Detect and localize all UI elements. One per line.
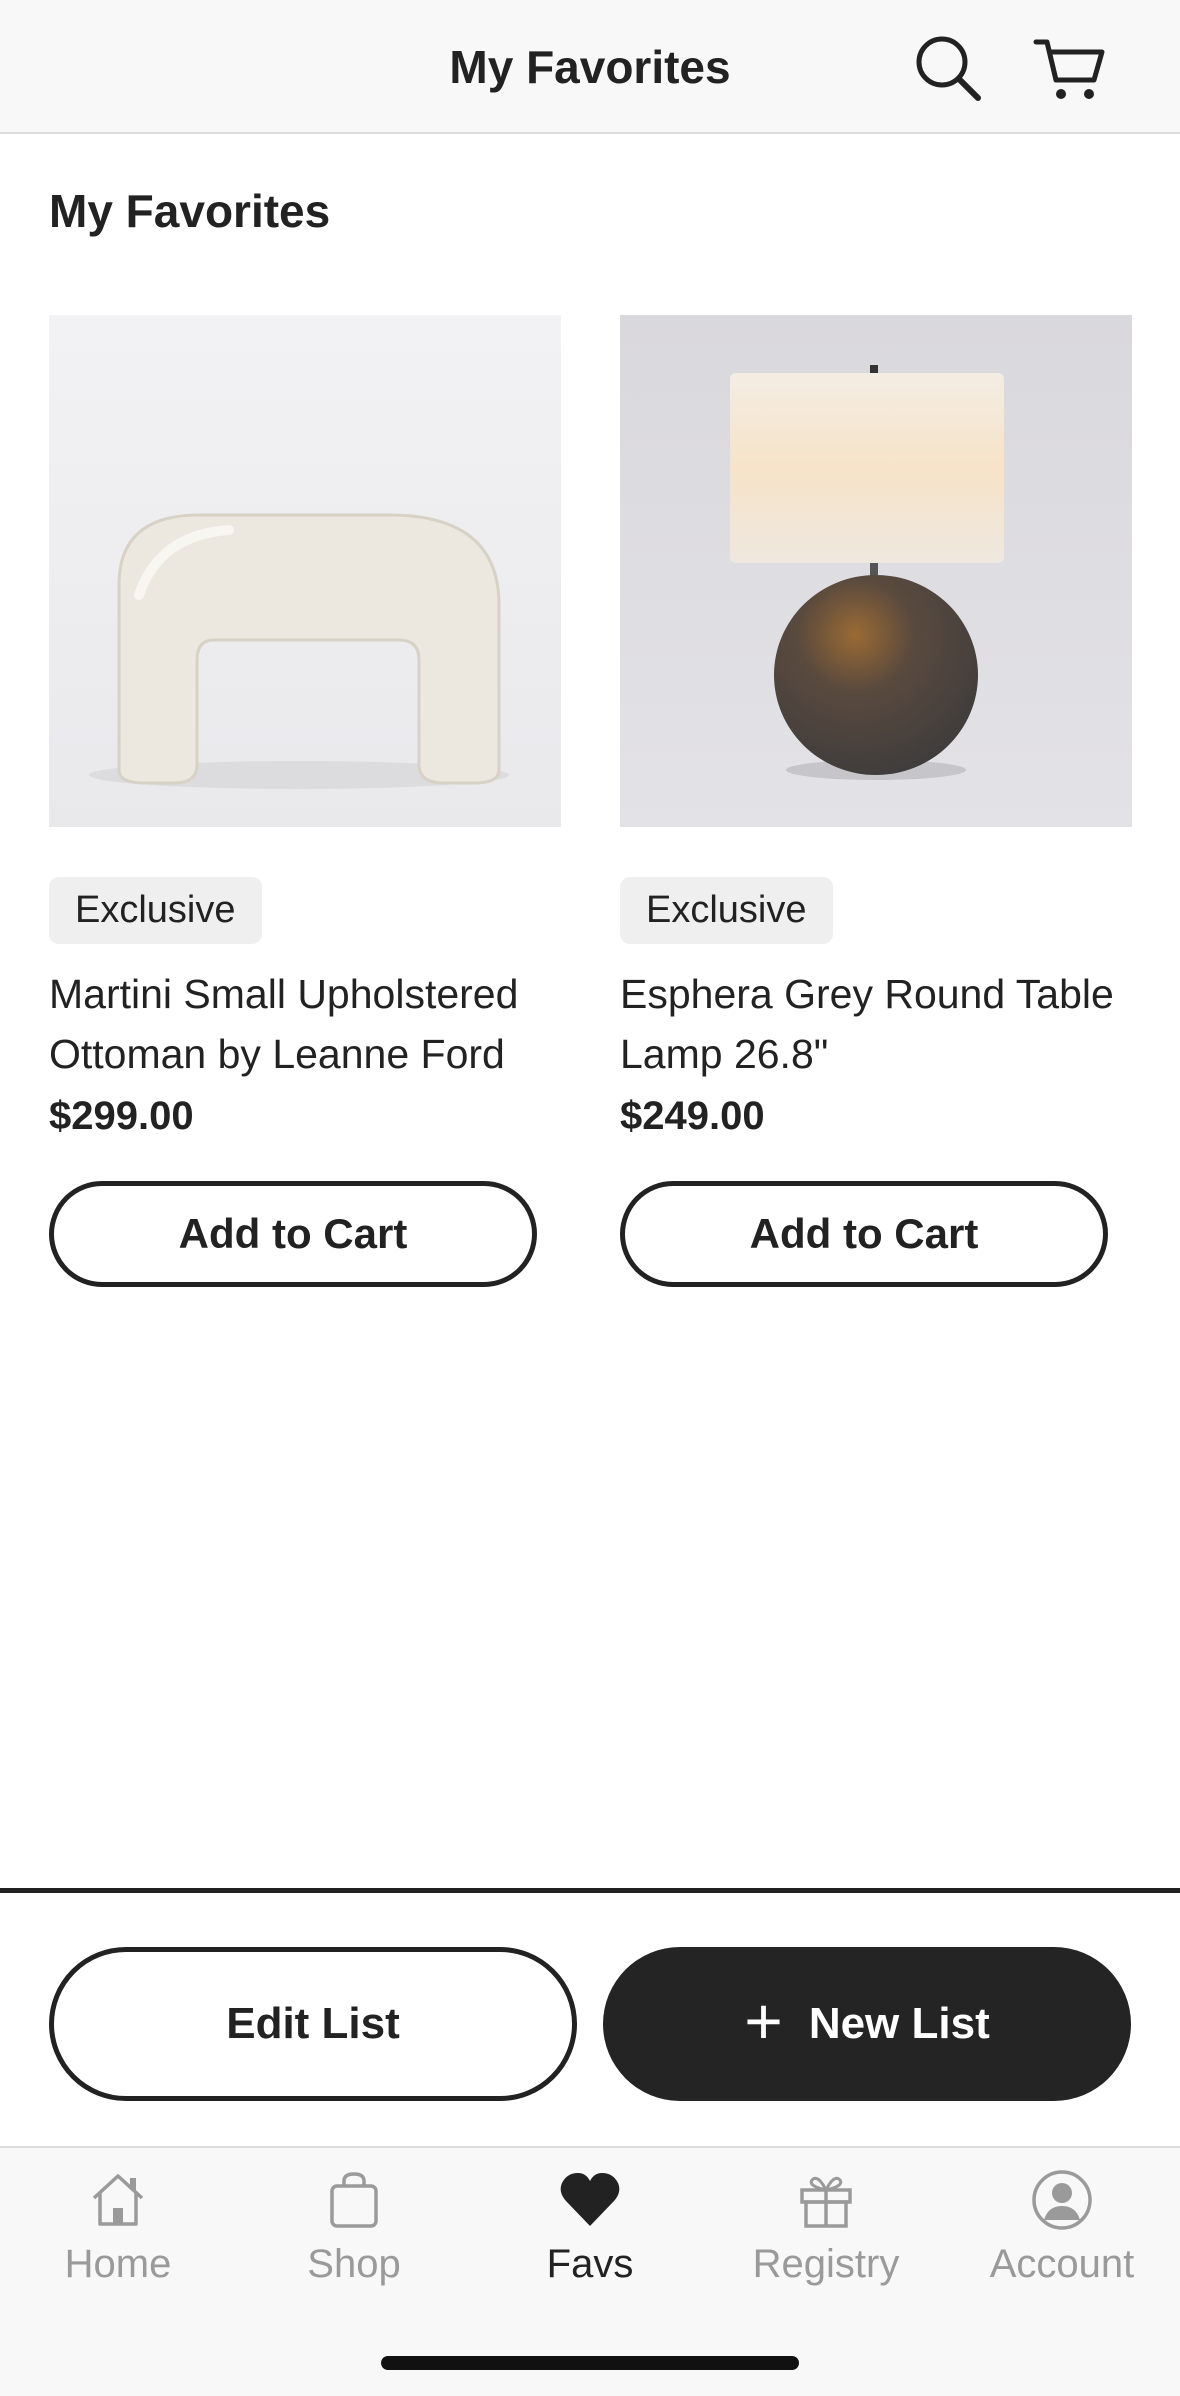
product-card: Exclusive Esphera Grey Round Table Lamp … [620,315,1132,1287]
account-icon [1032,2170,1092,2230]
product-price: $249.00 [620,1094,765,1138]
cart-icon[interactable] [1030,28,1110,108]
product-image-lamp[interactable] [620,315,1132,827]
home-icon [92,2174,144,2226]
product-name[interactable]: Esphera Grey Round Table Lamp 26.8" [620,964,1140,1084]
tab-label: Favs [546,2242,634,2286]
shopping-bag-icon [330,2172,378,2228]
exclusive-badge: Exclusive [49,877,262,944]
product-card: Exclusive Martini Small Upholstered Otto… [49,315,561,1287]
home-indicator [381,2356,799,2370]
new-list-button[interactable]: + New List [603,1947,1131,2101]
favorites-screen: My Favorites My Favorites Exclusive Mart… [0,0,1180,2396]
tab-registry[interactable]: Registry [708,2168,944,2318]
edit-list-button[interactable]: Edit List [49,1947,577,2101]
exclusive-badge: Exclusive [620,877,833,944]
add-to-cart-button[interactable]: Add to Cart [620,1181,1108,1287]
page-title: My Favorites [49,185,331,237]
new-list-label: New List [808,1999,990,2048]
tab-favs[interactable]: Favs [472,2168,708,2318]
plus-icon: + [744,1984,783,2058]
product-image-ottoman[interactable] [49,315,561,827]
tab-label: Account [989,2242,1135,2286]
product-name[interactable]: Martini Small Upholstered Ottoman by Lea… [49,964,569,1084]
product-price: $299.00 [49,1094,194,1138]
search-icon[interactable] [908,28,988,108]
tab-shop[interactable]: Shop [236,2168,472,2318]
header-title: My Favorites [449,41,731,93]
tab-label: Home [64,2242,172,2286]
add-to-cart-button[interactable]: Add to Cart [49,1181,537,1287]
gift-icon [800,2176,852,2228]
tab-account[interactable]: Account [944,2168,1180,2318]
tab-label: Shop [307,2242,401,2286]
heart-icon [560,2173,620,2226]
list-action-bar: Edit List + New List [0,1888,1180,2146]
top-nav-bar: My Favorites [0,0,1180,134]
tab-label: Registry [752,2242,900,2286]
tab-home[interactable]: Home [0,2168,236,2318]
